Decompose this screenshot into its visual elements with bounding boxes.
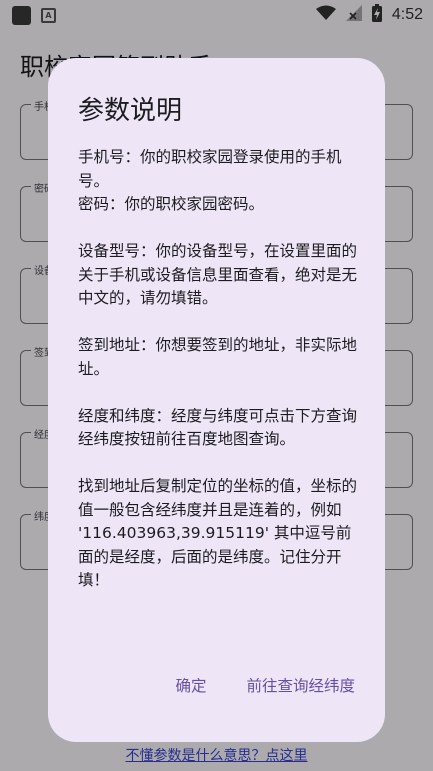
parameter-help-dialog: 参数说明 手机号：你的职校家园登录使用的手机号。 密码：你的职校家园密码。 设备… — [48, 58, 385, 742]
dialog-paragraph: 密码：你的职校家园密码。 — [78, 195, 265, 213]
dialog-paragraph — [78, 217, 358, 241]
dialog-paragraph — [78, 311, 358, 335]
dialog-paragraph: 手机号：你的职校家园登录使用的手机号。 — [78, 148, 342, 190]
lookup-coordinates-button[interactable]: 前往查询经纬度 — [246, 674, 355, 696]
dialog-paragraph: 签到地址：你想要签到的地址，非实际地址。 — [78, 336, 358, 378]
dialog-body: 手机号：你的职校家园登录使用的手机号。 密码：你的职校家园密码。 设备型号：你的… — [78, 146, 358, 593]
dialog-paragraph: 找到地址后复制定位的坐标的值，坐标的值一般包含经纬度并且是连着的，例如 '116… — [78, 477, 358, 589]
dialog-paragraph — [78, 452, 358, 476]
dialog-title: 参数说明 — [78, 96, 183, 126]
dialog-actions: 确定 前往查询经纬度 — [175, 674, 355, 696]
confirm-button[interactable]: 确定 — [175, 674, 206, 696]
dialog-paragraph: 设备型号：你的设备型号，在设置里面的关于手机或设备信息里面查看，绝对是无中文的，… — [78, 242, 358, 307]
dialog-paragraph — [78, 381, 358, 405]
dialog-paragraph: 经度和纬度：经度与纬度可点击下方查询经纬度按钮前往百度地图查询。 — [78, 406, 358, 449]
